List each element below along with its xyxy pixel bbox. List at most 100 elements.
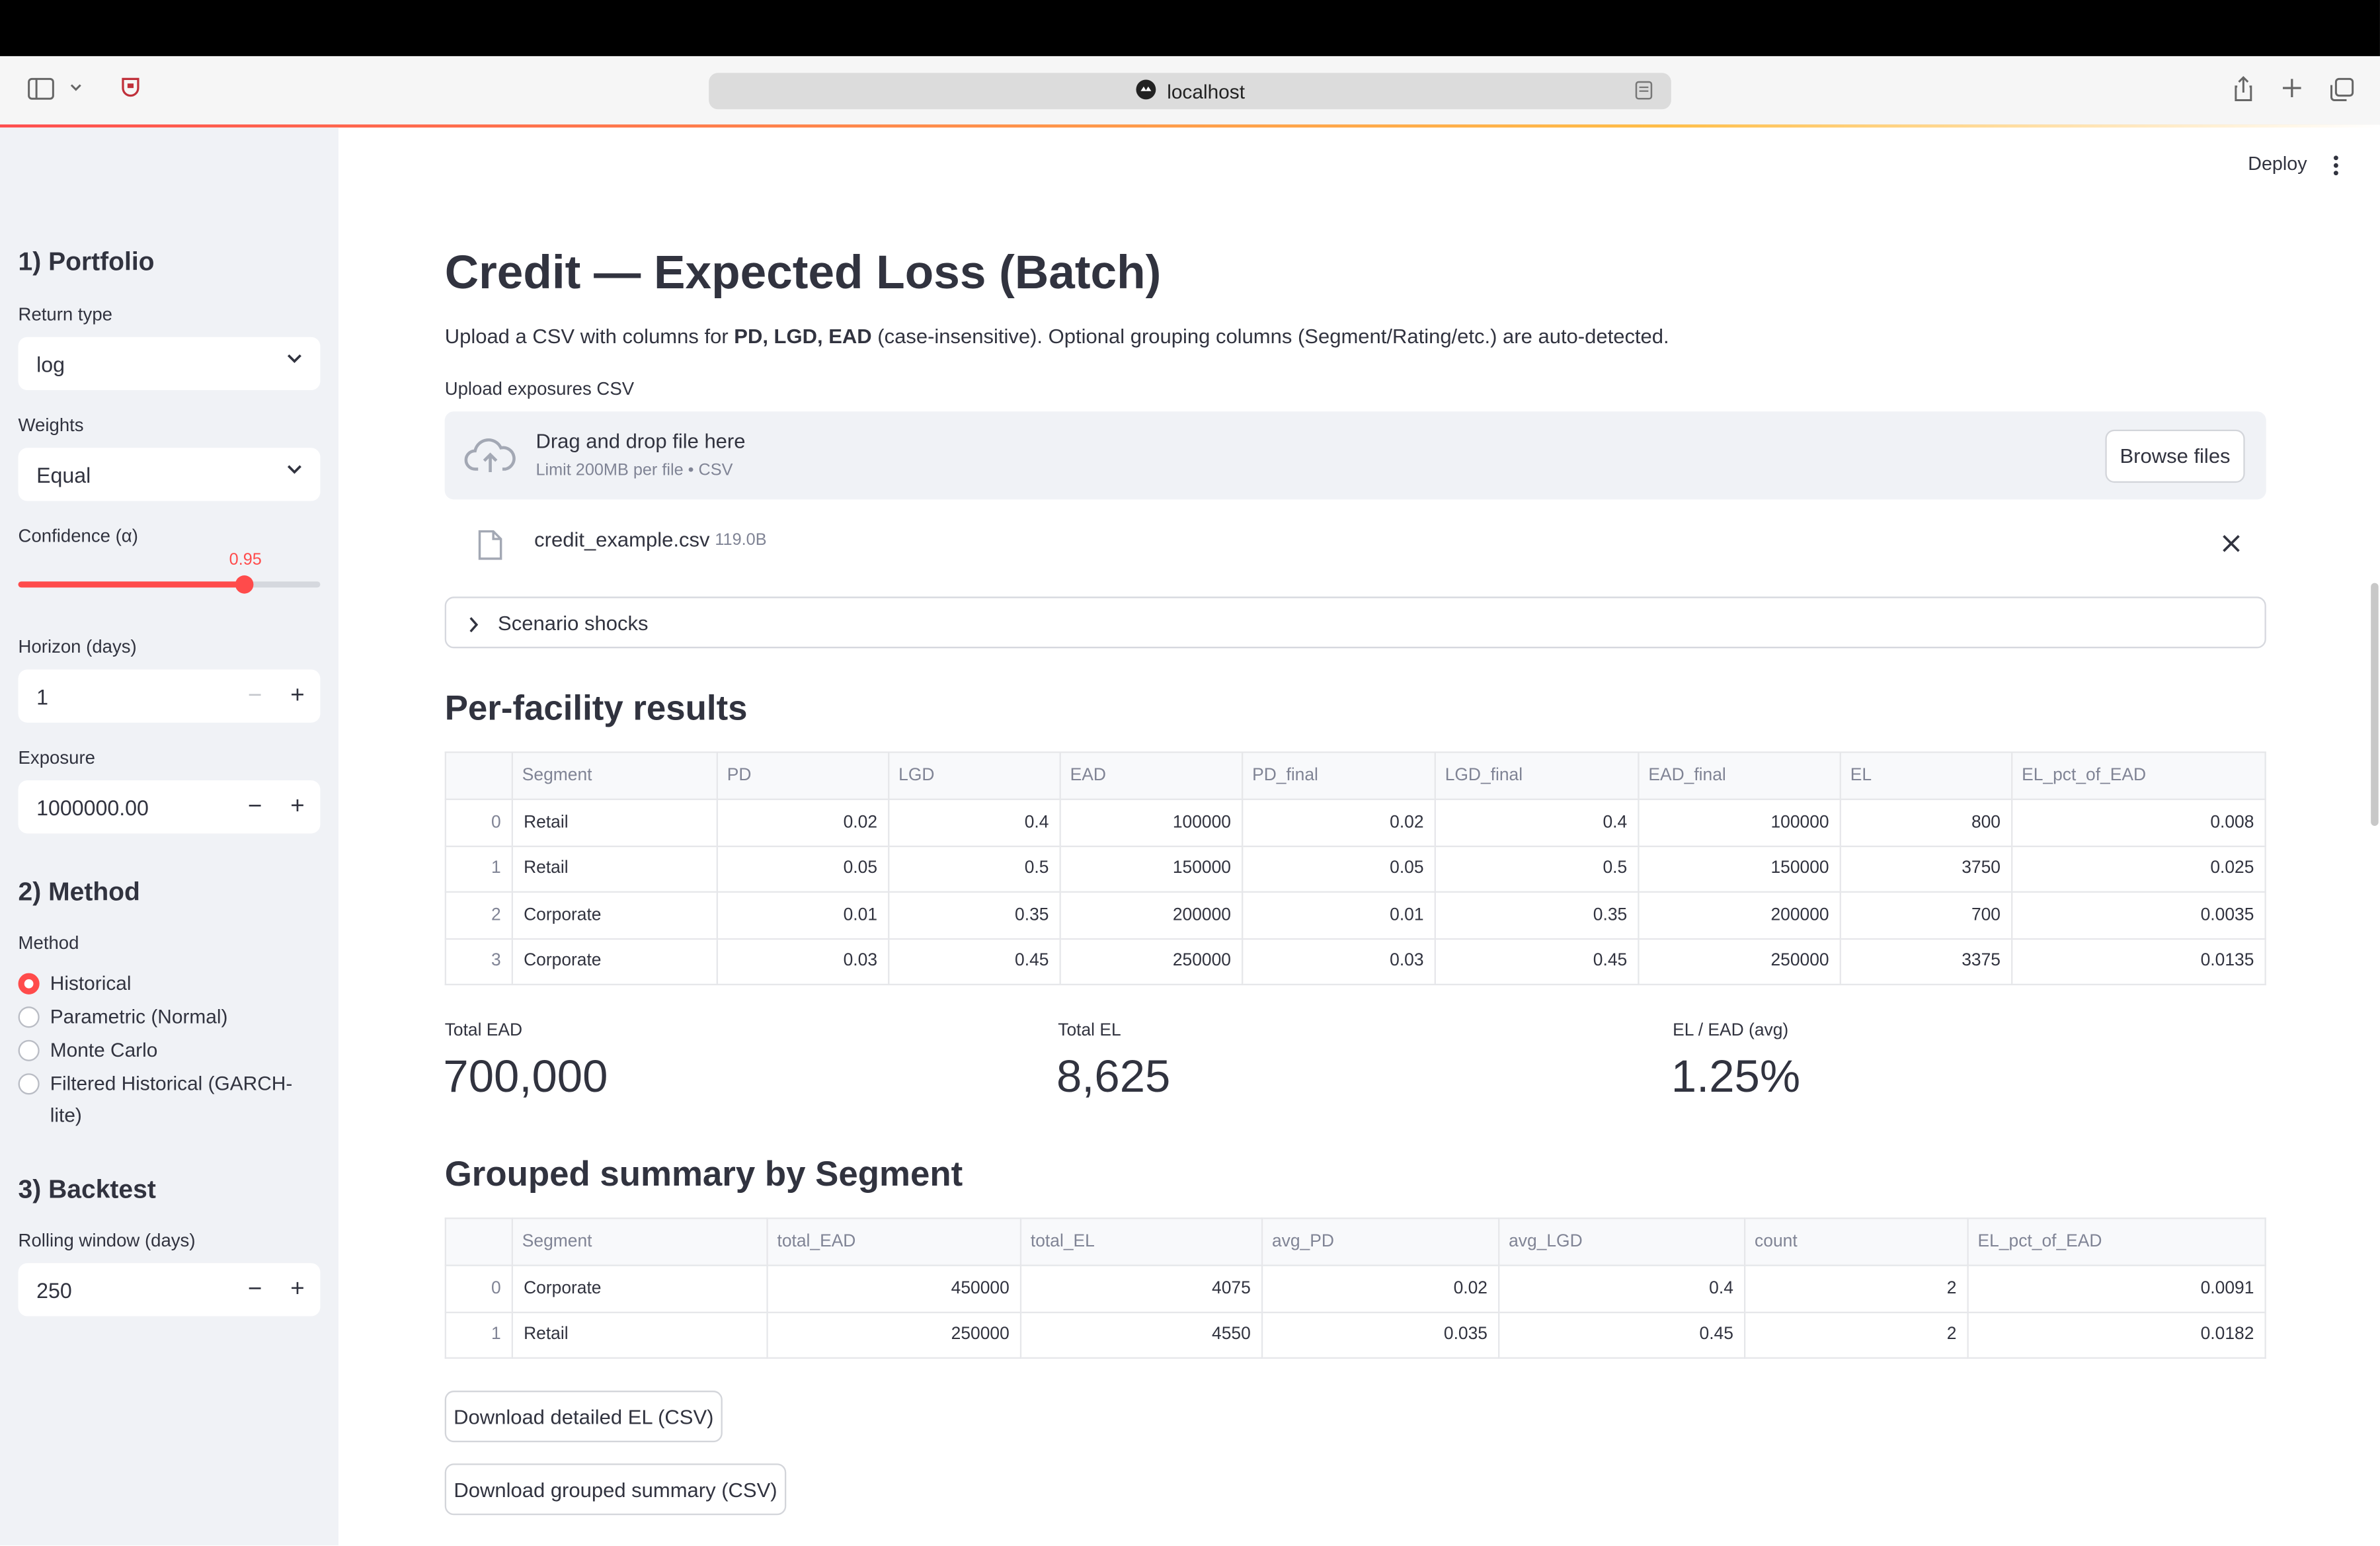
table-cell[interactable]: 200000 <box>1059 891 1244 939</box>
deploy-button[interactable]: Deploy <box>2248 153 2307 175</box>
download-grouped-button[interactable]: Download grouped summary (CSV) <box>444 1463 787 1516</box>
more-options-icon[interactable] <box>2330 153 2342 185</box>
table-cell[interactable]: 250000 <box>766 1311 1022 1359</box>
facility-table[interactable]: Segment PD LGD EAD PD_final LGD_final EA… <box>444 751 2266 986</box>
download-detailed-button[interactable]: Download detailed EL (CSV) <box>444 1391 723 1443</box>
method-option-historical[interactable]: Historical <box>18 971 132 995</box>
browse-files-button[interactable]: Browse files <box>2105 429 2245 483</box>
column-header[interactable]: PD_final <box>1242 751 1436 800</box>
table-cell[interactable]: 0.0182 <box>1967 1311 2266 1359</box>
table-cell[interactable]: Corporate <box>511 1264 768 1313</box>
table-cell[interactable]: 4550 <box>1019 1311 1263 1359</box>
table-cell[interactable]: Corporate <box>511 937 718 986</box>
horizon-increment-button[interactable]: + <box>276 669 319 722</box>
confidence-slider[interactable] <box>18 575 321 594</box>
column-header[interactable] <box>444 751 514 800</box>
table-cell[interactable]: Corporate <box>511 891 718 939</box>
table-cell[interactable]: 0.02 <box>716 798 890 846</box>
table-cell[interactable]: 0.05 <box>716 844 890 893</box>
table-cell[interactable]: 200000 <box>1638 891 1841 939</box>
table-cell[interactable]: 0.008 <box>2011 798 2266 846</box>
exposure-decrement-button[interactable]: − <box>234 780 276 833</box>
table-cell[interactable]: 0.4 <box>1434 798 1640 846</box>
scrollbar-thumb[interactable] <box>2371 583 2379 826</box>
column-header[interactable]: LGD <box>888 751 1061 800</box>
table-cell[interactable]: Retail <box>511 1311 768 1359</box>
table-cell[interactable]: Retail <box>511 844 718 893</box>
method-option-parametric[interactable]: Parametric (Normal) <box>18 1005 227 1028</box>
chevron-down-icon[interactable] <box>68 77 83 103</box>
column-header[interactable]: PD <box>716 751 890 800</box>
table-cell[interactable]: 0.35 <box>888 891 1061 939</box>
horizon-input[interactable]: 1 − + <box>18 669 321 723</box>
grouped-table[interactable]: Segment total_EAD total_EL avg_PD avg_LG… <box>444 1217 2266 1359</box>
table-cell[interactable]: 700 <box>1839 891 2013 939</box>
new-tab-icon[interactable] <box>2281 77 2303 103</box>
table-cell[interactable]: 150000 <box>1059 844 1244 893</box>
table-cell[interactable]: 0.03 <box>716 937 890 986</box>
table-cell[interactable]: 0.35 <box>1434 891 1640 939</box>
table-cell[interactable]: 0.035 <box>1261 1311 1500 1359</box>
table-cell[interactable]: 0.0035 <box>2011 891 2266 939</box>
column-header[interactable]: EL_pct_of_EAD <box>1967 1217 2266 1266</box>
column-header[interactable]: total_EL <box>1019 1217 1263 1266</box>
scenario-shocks-expander[interactable]: Scenario shocks <box>444 596 2266 649</box>
column-header[interactable]: total_EAD <box>766 1217 1022 1266</box>
method-option-filtered-historical[interactable]: Filtered Historical (GARCH-lite) <box>18 1072 307 1131</box>
table-cell[interactable]: 0.02 <box>1261 1264 1500 1313</box>
table-cell[interactable]: 0.01 <box>1242 891 1436 939</box>
table-cell[interactable]: 100000 <box>1059 798 1244 846</box>
column-header[interactable]: EL <box>1839 751 2013 800</box>
table-cell[interactable]: Retail <box>511 798 718 846</box>
table-cell[interactable]: 250000 <box>1059 937 1244 986</box>
address-bar[interactable]: localhost <box>709 73 1671 110</box>
share-icon[interactable] <box>2231 75 2256 108</box>
reader-icon[interactable] <box>1635 81 1653 105</box>
extension-icon[interactable] <box>118 76 143 105</box>
rolling-increment-button[interactable]: + <box>276 1263 319 1316</box>
column-header[interactable]: EL_pct_of_EAD <box>2011 751 2266 800</box>
table-cell[interactable]: 3750 <box>1839 844 2013 893</box>
method-option-monte-carlo[interactable]: Monte Carlo <box>18 1038 157 1061</box>
slider-handle[interactable] <box>235 575 254 594</box>
column-header[interactable]: avg_PD <box>1261 1217 1500 1266</box>
column-header[interactable]: avg_LGD <box>1498 1217 1746 1266</box>
exposure-input[interactable]: 1000000.00 − + <box>18 780 321 834</box>
return-type-select[interactable]: log <box>18 337 321 391</box>
tabs-overview-icon[interactable] <box>2330 77 2354 106</box>
table-cell[interactable]: 2 <box>1743 1311 1969 1359</box>
table-cell[interactable]: 3375 <box>1839 937 2013 986</box>
rolling-decrement-button[interactable]: − <box>234 1263 276 1316</box>
column-header[interactable]: count <box>1743 1217 1969 1266</box>
table-cell[interactable]: 800 <box>1839 798 2013 846</box>
table-cell[interactable]: 0.4 <box>888 798 1061 846</box>
column-header[interactable] <box>444 1217 514 1266</box>
column-header[interactable]: EAD_final <box>1638 751 1841 800</box>
sidebar-toggle-icon[interactable] <box>27 77 54 104</box>
file-dropzone[interactable]: Drag and drop file here Limit 200MB per … <box>444 411 2266 500</box>
table-cell[interactable]: 2 <box>1743 1264 1969 1313</box>
table-cell[interactable]: 0.45 <box>1434 937 1640 986</box>
table-cell[interactable]: 0.02 <box>1242 798 1436 846</box>
table-cell[interactable]: 0.4 <box>1498 1264 1746 1313</box>
table-cell[interactable]: 0.025 <box>2011 844 2266 893</box>
table-cell[interactable]: 150000 <box>1638 844 1841 893</box>
table-cell[interactable]: 0.45 <box>888 937 1061 986</box>
table-cell[interactable]: 0.5 <box>1434 844 1640 893</box>
column-header[interactable]: LGD_final <box>1434 751 1640 800</box>
table-cell[interactable]: 250000 <box>1638 937 1841 986</box>
remove-file-icon[interactable] <box>2222 533 2241 560</box>
weights-select[interactable]: Equal <box>18 448 321 501</box>
table-cell[interactable]: 4075 <box>1019 1264 1263 1313</box>
table-cell[interactable]: 100000 <box>1638 798 1841 846</box>
rolling-window-input[interactable]: 250 − + <box>18 1263 321 1317</box>
table-cell[interactable]: 0.0091 <box>1967 1264 2266 1313</box>
table-cell[interactable]: 0.0135 <box>2011 937 2266 986</box>
table-cell[interactable]: 450000 <box>766 1264 1022 1313</box>
table-cell[interactable]: 0.01 <box>716 891 890 939</box>
column-header[interactable]: EAD <box>1059 751 1244 800</box>
column-header[interactable]: Segment <box>511 751 718 800</box>
table-cell[interactable]: 0.03 <box>1242 937 1436 986</box>
exposure-increment-button[interactable]: + <box>276 780 319 833</box>
table-cell[interactable]: 0.05 <box>1242 844 1436 893</box>
